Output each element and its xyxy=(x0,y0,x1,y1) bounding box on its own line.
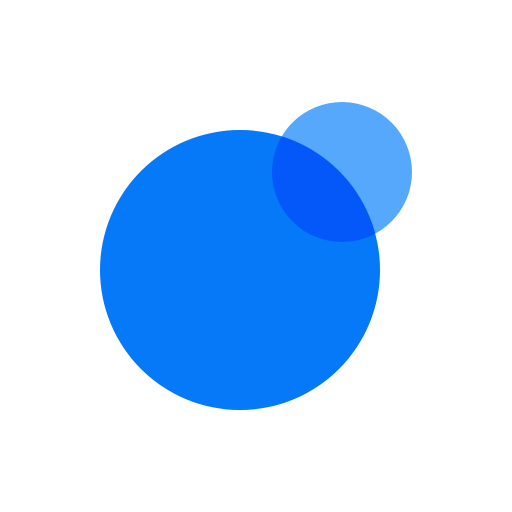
app-icon-canvas xyxy=(0,0,512,512)
logo-icon xyxy=(100,102,412,410)
